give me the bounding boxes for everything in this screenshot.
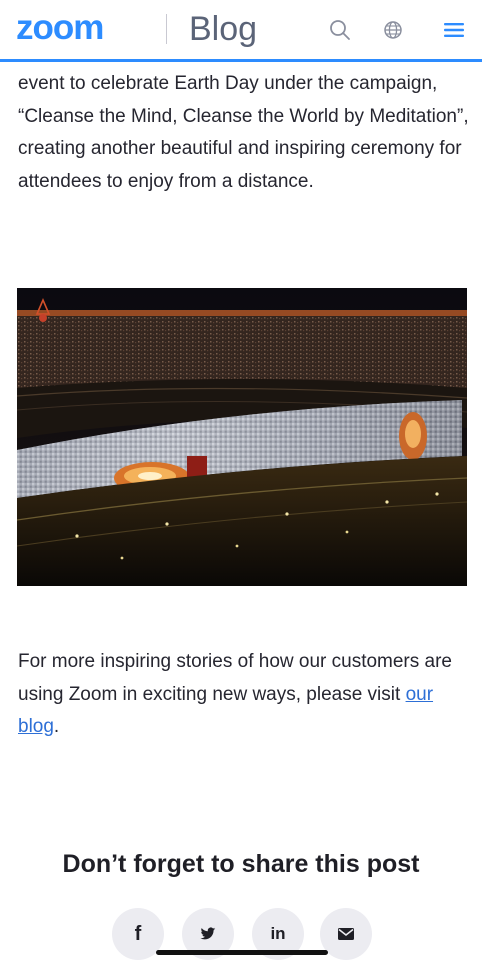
article-paragraph-cta: For more inspiring stories of how our cu… xyxy=(18,646,470,744)
zoom-logo[interactable]: zoom xyxy=(16,9,104,47)
language-button[interactable] xyxy=(379,16,407,44)
share-heading: Don’t forget to share this post xyxy=(62,850,420,878)
header-divider xyxy=(166,14,167,44)
email-icon xyxy=(338,928,354,940)
article-photo xyxy=(17,288,467,586)
search-icon xyxy=(330,20,350,40)
article-paragraph: event to celebrate Earth Day under the c… xyxy=(18,73,469,192)
blog-section-title[interactable]: Blog xyxy=(189,9,257,49)
twitter-icon xyxy=(200,927,216,940)
cta-period: . xyxy=(53,716,60,737)
menu-button[interactable] xyxy=(440,16,468,44)
home-indicator[interactable] xyxy=(156,950,328,955)
site-header: zoom Blog xyxy=(0,0,482,62)
page: zoom Blog event to celebrate Earth Day u… xyxy=(0,0,482,964)
menu-icon xyxy=(444,23,464,37)
globe-icon xyxy=(384,21,402,39)
linkedin-icon: in xyxy=(270,924,286,943)
stadium-ceremony-image xyxy=(17,288,467,586)
search-button[interactable] xyxy=(326,16,354,44)
facebook-icon: f xyxy=(134,922,142,945)
cta-text: For more inspiring stories of how our cu… xyxy=(18,651,452,705)
